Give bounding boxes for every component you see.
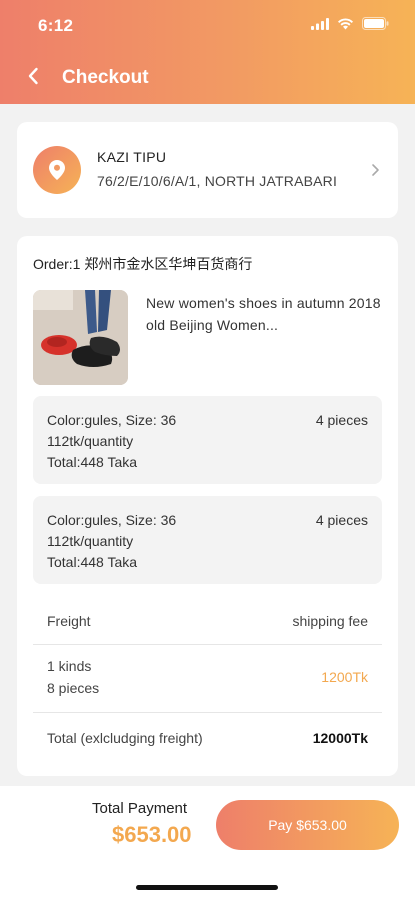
location-pin-icon: [33, 146, 81, 194]
header: 6:12 Checkout: [0, 0, 415, 104]
product-thumbnail: [33, 290, 128, 385]
freight-value: shipping fee: [292, 613, 368, 629]
total-payment-amount: $653.00: [112, 822, 192, 847]
product-item[interactable]: New women's shoes in autumn 2018 old Bei…: [33, 290, 382, 386]
order-card: Order:1 郑州市金水区华坤百货商行 New women's shoes i…: [17, 236, 398, 776]
recipient-name: KAZI TIPU: [97, 148, 167, 165]
spec-item: Color:gules, Size: 36 4 pieces 112tk/qua…: [33, 496, 382, 584]
spec-variant: Color:gules, Size: 36: [47, 412, 177, 428]
spec-quantity: 4 pieces: [315, 512, 368, 528]
page-title: Checkout: [62, 67, 149, 88]
pay-button[interactable]: Pay $653.00: [216, 800, 399, 850]
battery-icon: [362, 17, 389, 35]
status-icons: [311, 17, 389, 35]
freight-row: Freight shipping fee: [33, 610, 382, 632]
summary-amount: 1200Tk: [321, 669, 368, 685]
pieces-count: 8 pieces: [47, 680, 100, 696]
spec-total: Total:448 Taka: [47, 454, 138, 470]
summary-row: 1 kinds 8 pieces 1200Tk: [33, 654, 382, 700]
address-card[interactable]: KAZI TIPU 76/2/E/10/6/A/1, NORTH JATRABA…: [17, 122, 398, 218]
kinds-count: 1 kinds: [47, 658, 92, 674]
status-bar: 6:12: [0, 0, 415, 52]
spec-unit-price: 112tk/quantity: [47, 533, 134, 549]
total-payment-label: Total Payment: [92, 800, 188, 817]
spec-variant: Color:gules, Size: 36: [47, 512, 177, 528]
order-title: Order:1 郑州市金水区华坤百货商行: [33, 256, 253, 272]
status-time: 6:12: [38, 16, 74, 35]
nav-bar: Checkout: [0, 52, 415, 104]
signal-icon: [311, 17, 329, 35]
total-label: Total (exlcludging freight): [47, 730, 203, 746]
freight-label: Freight: [47, 613, 91, 629]
address-line: 76/2/E/10/6/A/1, NORTH JATRABARI: [97, 172, 338, 189]
product-name: New women's shoes in autumn 2018 old Bei…: [146, 295, 381, 333]
divider: [33, 712, 382, 713]
back-button[interactable]: [22, 67, 44, 89]
payment-bar: Total Payment $653.00 Pay $653.00: [0, 786, 415, 900]
spec-item: Color:gules, Size: 36 4 pieces 112tk/qua…: [33, 396, 382, 484]
chevron-right-icon: [368, 163, 382, 177]
total-row: Total (exlcludging freight) 12000Tk: [33, 726, 382, 750]
divider: [33, 644, 382, 645]
home-indicator: [136, 885, 278, 890]
address-text: KAZI TIPU 76/2/E/10/6/A/1, NORTH JATRABA…: [97, 149, 362, 192]
spec-quantity: 4 pieces: [315, 412, 368, 428]
spec-total: Total:448 Taka: [47, 554, 138, 570]
chevron-left-icon: [27, 67, 39, 90]
wifi-icon: [337, 17, 354, 35]
spec-unit-price: 112tk/quantity: [47, 433, 134, 449]
total-amount: 12000Tk: [312, 730, 368, 746]
